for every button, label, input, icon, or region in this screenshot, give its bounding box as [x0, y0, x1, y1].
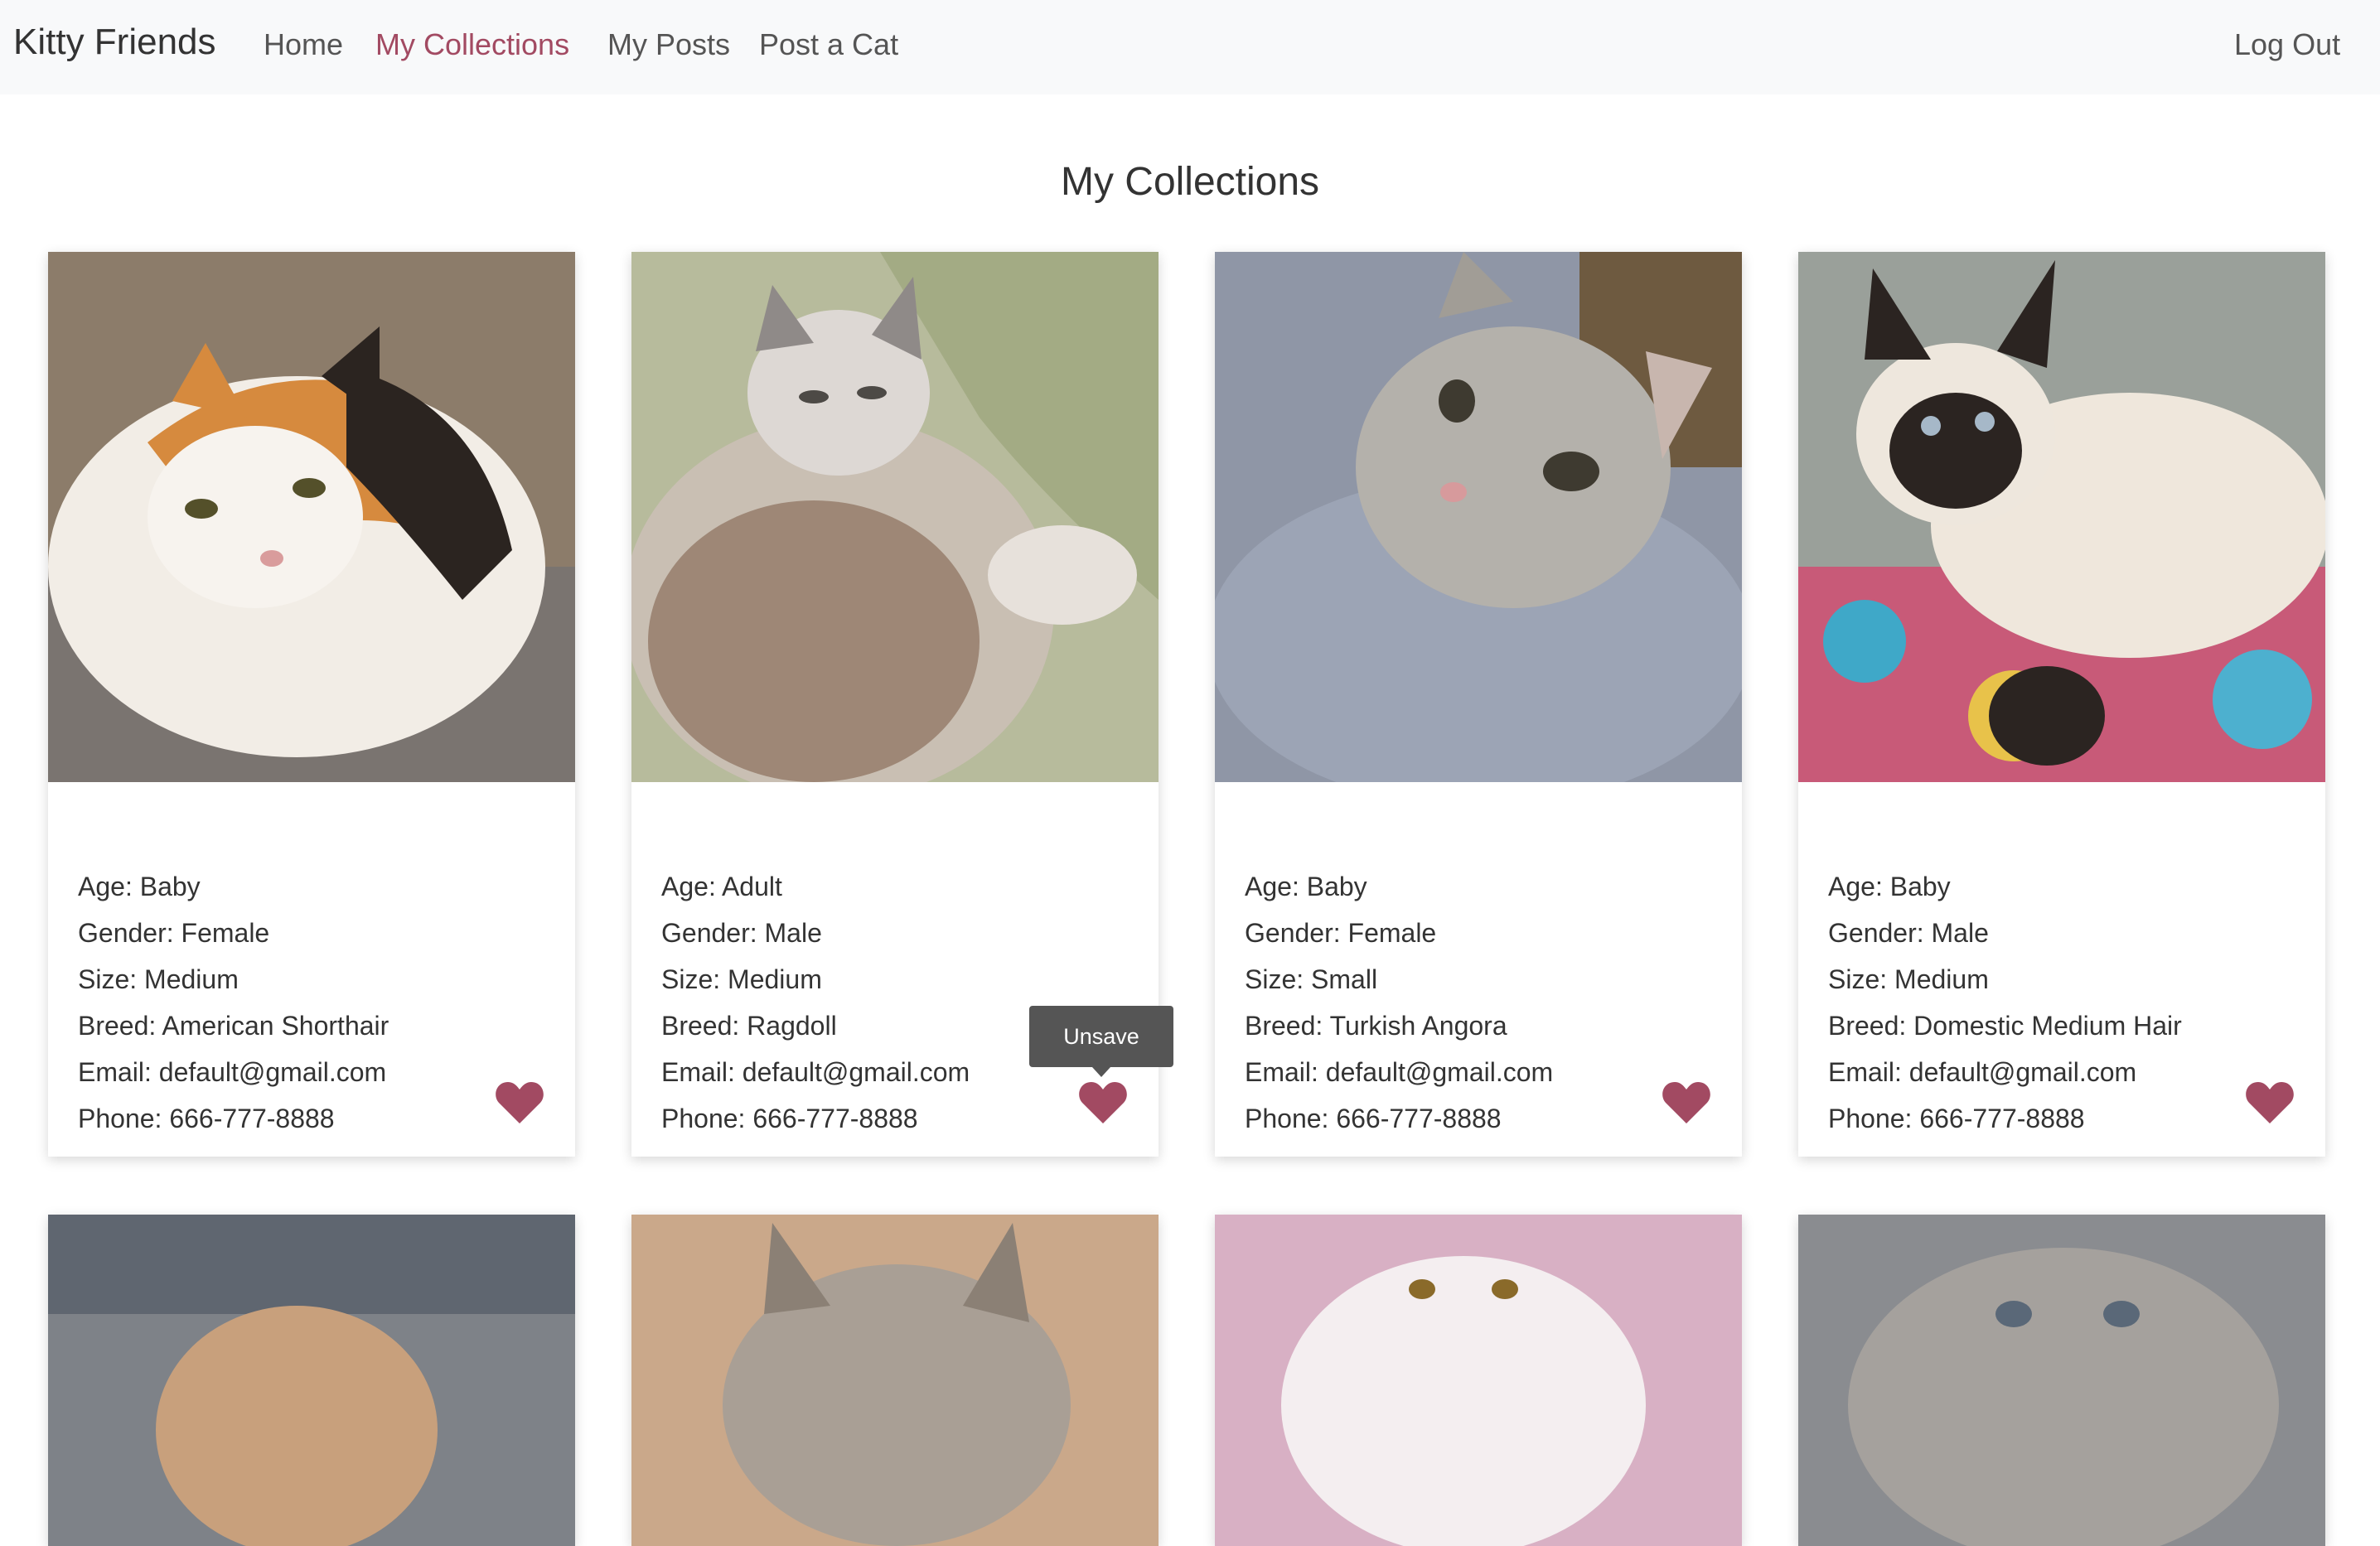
- cat-photo[interactable]: [48, 1215, 575, 1546]
- cat-age: Age: Adult: [661, 872, 782, 901]
- heart-icon[interactable]: [1079, 1080, 1127, 1123]
- cat-info: Age: Adult Gender: Male Size: Medium Bre…: [661, 863, 970, 1142]
- cat-size: Size: Small: [1245, 964, 1378, 994]
- cat-card: [1215, 1215, 1742, 1546]
- cat-breed: Breed: American Shorthair: [78, 1011, 389, 1041]
- cat-phone: Phone: 666-777-8888: [661, 1104, 918, 1133]
- heart-icon[interactable]: [496, 1080, 544, 1123]
- cat-info: Age: Baby Gender: Male Size: Medium Bree…: [1828, 863, 2182, 1142]
- cat-card: Age: Adult Gender: Male Size: Medium Bre…: [631, 252, 1173, 1157]
- cat-card: Age: Baby Gender: Male Size: Medium Bree…: [1798, 252, 2325, 1157]
- cat-phone: Phone: 666-777-8888: [1245, 1104, 1502, 1133]
- cat-photo[interactable]: [631, 1215, 1159, 1546]
- cat-card: [631, 1215, 1159, 1546]
- cat-gender: Gender: Female: [1245, 918, 1437, 948]
- cat-card: [1798, 1215, 2325, 1546]
- cat-breed: Breed: Domestic Medium Hair: [1828, 1011, 2182, 1041]
- cat-photo[interactable]: [631, 252, 1159, 782]
- cat-photo[interactable]: [1215, 1215, 1742, 1546]
- cat-age: Age: Baby: [78, 872, 201, 901]
- cat-size: Size: Medium: [1828, 964, 1989, 994]
- cat-photo[interactable]: [48, 252, 575, 782]
- cat-gender: Gender: Male: [1828, 918, 1989, 948]
- cat-breed: Breed: Ragdoll: [661, 1011, 837, 1041]
- cat-info: Age: Baby Gender: Female Size: Medium Br…: [78, 863, 389, 1142]
- nav-link-post-a-cat[interactable]: Post a Cat: [759, 27, 898, 62]
- cat-age: Age: Baby: [1828, 872, 1951, 901]
- cat-age: Age: Baby: [1245, 872, 1367, 901]
- cat-photo[interactable]: [1215, 252, 1742, 782]
- cat-card: Age: Baby Gender: Female Size: Small Bre…: [1215, 252, 1742, 1157]
- cat-card: [48, 1215, 575, 1546]
- unsave-tooltip: Unsave: [1029, 1006, 1173, 1077]
- cat-email: Email: default@gmail.com: [661, 1057, 970, 1087]
- navbar: Kitty Friends Home My Collections My Pos…: [0, 0, 2380, 94]
- cat-email: Email: default@gmail.com: [78, 1057, 387, 1087]
- nav-link-my-collections[interactable]: My Collections: [375, 27, 569, 62]
- cat-size: Size: Medium: [661, 964, 822, 994]
- cat-breed: Breed: Turkish Angora: [1245, 1011, 1507, 1041]
- nav-link-my-posts[interactable]: My Posts: [607, 27, 730, 62]
- cat-gender: Gender: Male: [661, 918, 822, 948]
- cat-email: Email: default@gmail.com: [1245, 1057, 1554, 1087]
- heart-icon[interactable]: [1662, 1080, 1710, 1123]
- cat-info: Age: Baby Gender: Female Size: Small Bre…: [1245, 863, 1553, 1142]
- nav-link-home[interactable]: Home: [264, 27, 343, 62]
- cat-photo[interactable]: [1798, 252, 2325, 782]
- cat-gender: Gender: Female: [78, 918, 270, 948]
- cat-phone: Phone: 666-777-8888: [78, 1104, 335, 1133]
- cat-phone: Phone: 666-777-8888: [1828, 1104, 2085, 1133]
- heart-icon[interactable]: [2246, 1080, 2294, 1123]
- brand-logo[interactable]: Kitty Friends: [13, 22, 216, 63]
- page-title: My Collections: [1060, 160, 1320, 204]
- cat-email: Email: default@gmail.com: [1828, 1057, 2137, 1087]
- cat-size: Size: Medium: [78, 964, 239, 994]
- cat-photo[interactable]: [1798, 1215, 2325, 1546]
- logout-link[interactable]: Log Out: [2234, 27, 2340, 62]
- cat-card: Age: Baby Gender: Female Size: Medium Br…: [48, 252, 575, 1157]
